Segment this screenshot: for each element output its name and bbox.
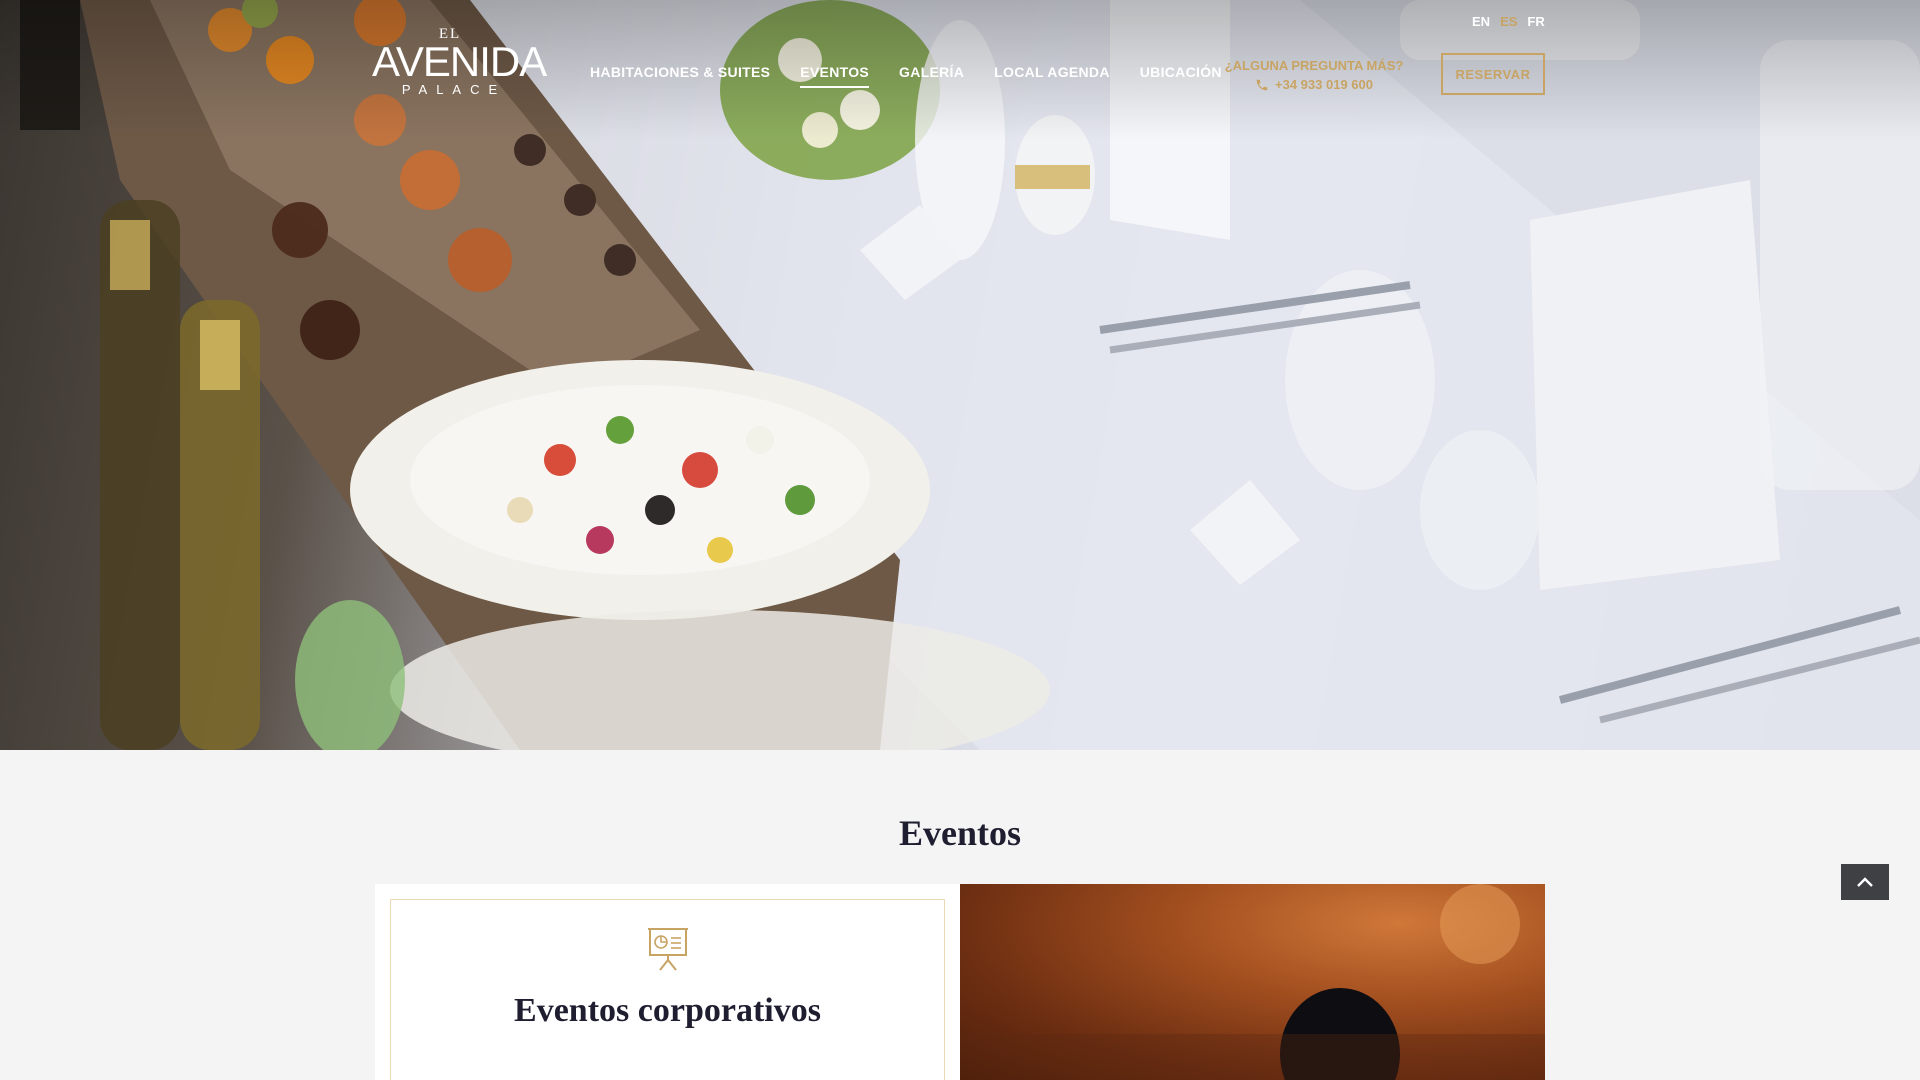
corporate-event-photo [960, 884, 1545, 1080]
lang-en[interactable]: EN [1472, 14, 1490, 29]
contact-block: ¿ALGUNA PREGUNTA MÁS? +34 933 019 600 [1218, 56, 1410, 94]
lang-fr[interactable]: FR [1527, 14, 1544, 29]
section-title: Eventos [898, 813, 1021, 853]
nav-item-local-agenda[interactable]: LOCAL AGENDA [994, 64, 1110, 88]
corporate-event-image [960, 884, 1545, 1080]
main-nav: HABITACIONES & SUITES EVENTOS GALERÍA LO… [590, 64, 1222, 88]
back-to-top-button[interactable] [1841, 864, 1889, 900]
presentation-board-icon [648, 928, 688, 971]
event-card[interactable]: Eventos corporativos [375, 884, 960, 1080]
nav-item-eventos[interactable]: EVENTOS [800, 64, 869, 88]
contact-question: ¿ALGUNA PREGUNTA MÁS? [1224, 58, 1404, 73]
nav-item-ubicacion[interactable]: UBICACIÓN [1140, 64, 1222, 88]
reserve-button[interactable]: RESERVAR [1441, 53, 1545, 95]
logo-line-avenida: AVENIDA [372, 38, 547, 85]
chevron-up-icon [1857, 877, 1873, 887]
site-logo[interactable]: EL AVENIDA PALACE [372, 26, 547, 110]
language-switcher: EN ES FR [1472, 14, 1545, 29]
phone-link[interactable]: +34 933 019 600 [1218, 75, 1410, 94]
event-card-title: Eventos corporativos [514, 992, 821, 1029]
nav-item-habitaciones[interactable]: HABITACIONES & SUITES [590, 64, 770, 88]
phone-icon [1256, 79, 1268, 90]
nav-item-galeria[interactable]: GALERÍA [899, 64, 964, 88]
hero-image [0, 0, 1920, 750]
event-card-inner: Eventos corporativos [390, 899, 945, 1080]
lang-es[interactable]: ES [1500, 14, 1517, 29]
phone-number: +34 933 019 600 [1275, 77, 1373, 92]
